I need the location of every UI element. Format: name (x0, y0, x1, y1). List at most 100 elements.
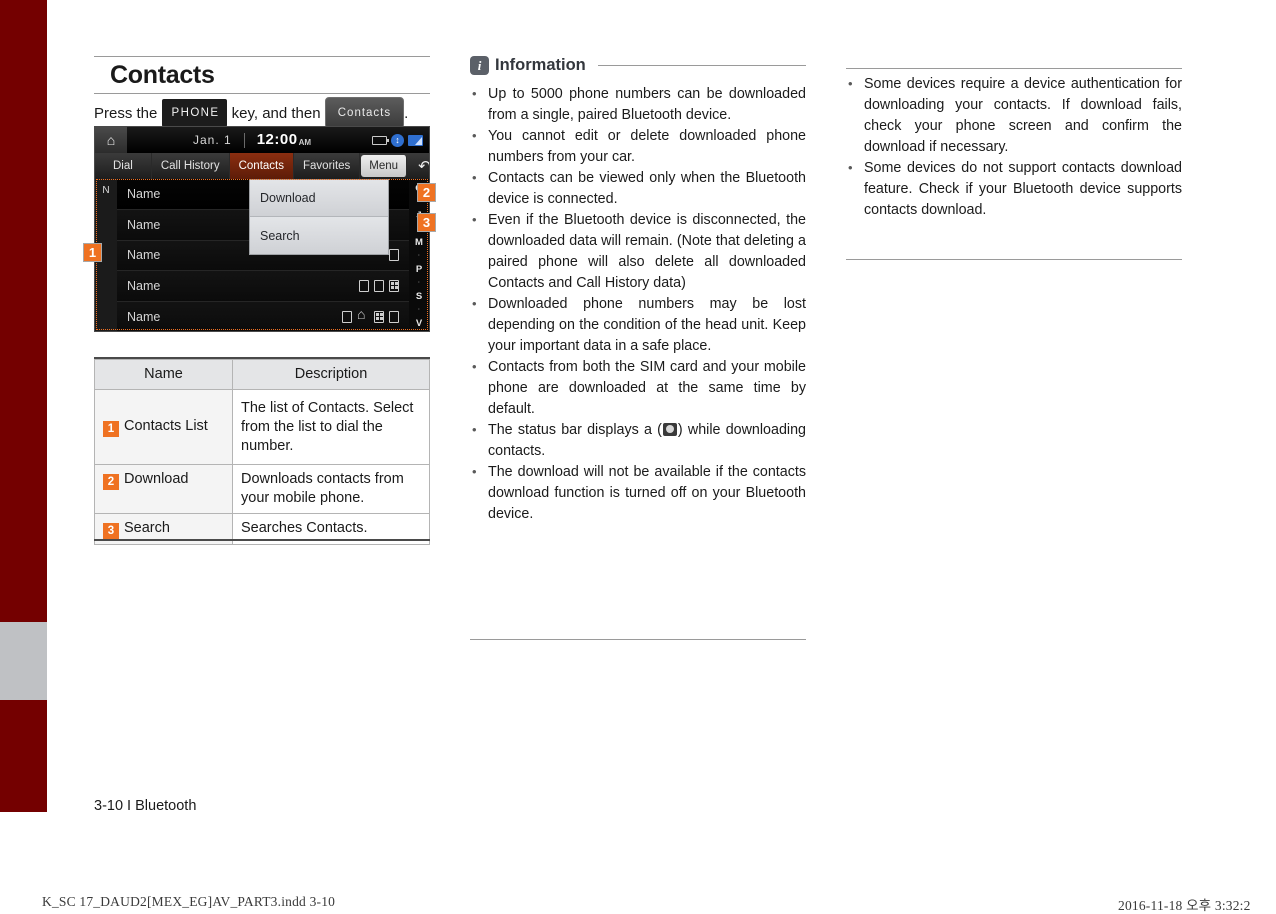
column-header-name: Name (94, 359, 233, 390)
list-item: Even if the Bluetooth device is disconne… (470, 209, 806, 294)
list-item: Some devices require a device authentica… (846, 73, 1182, 158)
home-icon (357, 306, 369, 323)
list-item[interactable]: Name (117, 302, 409, 331)
status-icon-group: ↕ (372, 133, 423, 147)
head-unit-tab-bar: Dial Call History Contacts Favorites Men… (95, 153, 429, 179)
information-bottom-rule-col3 (846, 259, 1182, 260)
tab-contacts[interactable]: Contacts (229, 153, 294, 179)
row-name: Download (124, 471, 189, 487)
phone-key-label: PHONE (161, 99, 228, 127)
status-time: 12:00 (256, 131, 298, 148)
office-icon (389, 280, 399, 293)
information-title: Information (495, 56, 586, 74)
alpha-dot: · (418, 279, 420, 286)
row-badge-2: 2 (103, 474, 119, 490)
sim-card-icon (374, 280, 384, 293)
list-item: Up to 5000 phone numbers can be download… (470, 83, 806, 126)
page-title: Contacts (110, 61, 215, 89)
status-ampm: AM (298, 138, 312, 147)
head-unit-content: N Name Name Name Name Name ⌂ Download Se… (95, 179, 429, 331)
tab-call-history[interactable]: Call History (152, 153, 230, 179)
menu-item-search[interactable]: Search (250, 217, 388, 254)
table-bottom-rule (94, 539, 430, 541)
table-row: 2 Download Downloads contacts from your m… (94, 464, 430, 514)
row-badge-1: 1 (103, 421, 119, 437)
status-clock: 12:00AM (257, 131, 311, 149)
list-item: Downloaded phone numbers may be lost dep… (470, 293, 806, 357)
callout-badge-3: 3 (417, 213, 436, 232)
alpha-index-m[interactable]: M (415, 238, 423, 248)
status-bullet-prefix: The status bar displays a ( (488, 422, 662, 438)
menu-item-download[interactable]: Download (250, 180, 388, 217)
contact-type-icons (389, 249, 399, 262)
contact-name: Name (127, 279, 161, 294)
row-badge-3: 3 (103, 523, 119, 539)
list-item-status-bar: The status bar displays a () while downl… (470, 419, 806, 462)
list-item: The download will not be available if th… (470, 461, 806, 525)
row-name: Search (124, 520, 170, 536)
information-bullet-list-col2: Up to 5000 phone numbers can be download… (470, 83, 806, 525)
table-cell-description: The list of Contacts. Select from the li… (232, 389, 430, 465)
status-divider (243, 132, 245, 148)
column-header-description: Description (232, 359, 430, 390)
print-footer-right: 2016-11-18 오후 3:32:2 (1118, 898, 1251, 913)
sim-card-icon (359, 280, 369, 293)
table-cell-name: 2 Download (94, 464, 233, 514)
office-icon (374, 311, 384, 324)
sim-card-icon (389, 311, 399, 324)
information-bullet-list-col3: Some devices require a device authentica… (846, 73, 1182, 221)
battery-icon (372, 135, 389, 145)
instruction-prefix: Press the (94, 105, 158, 122)
bluetooth-icon: ↕ (391, 133, 404, 147)
alpha-index-s[interactable]: S (416, 292, 422, 302)
information-top-rule-col3 (846, 68, 1182, 69)
tab-favorites[interactable]: Favorites (294, 153, 361, 179)
spine-bar-gray (0, 622, 47, 700)
spine-bar-top (0, 0, 47, 622)
legend-table: Name Description 1 Contacts List The list… (94, 359, 430, 545)
head-unit-status-bar: ⌂ Jan. 1 12:00AM ↕ (95, 127, 429, 153)
title-rule-bottom (94, 93, 430, 94)
contact-type-icons (342, 306, 399, 324)
sim-card-icon (342, 311, 352, 324)
list-item: Contacts can be viewed only when the Blu… (470, 167, 806, 210)
contact-name: Name (127, 310, 161, 325)
row-name: Contacts List (124, 418, 208, 434)
signal-icon (408, 134, 423, 146)
page-title-block: Contacts (94, 56, 430, 94)
information-header: i Information (470, 56, 806, 75)
callout-badge-1: 1 (83, 243, 102, 262)
tab-dial[interactable]: Dial (95, 153, 152, 179)
instruction-suffix: . (404, 105, 409, 122)
list-item: You cannot edit or delete downloaded pho… (470, 125, 806, 168)
table-header-row: Name Description (94, 359, 430, 390)
contacts-list[interactable]: Name Name Name Name Name ⌂ Download Sear… (117, 179, 409, 331)
contacts-key-label: Contacts (324, 97, 405, 129)
instruction-middle: key, and then (231, 105, 321, 122)
context-menu-popup[interactable]: Download Search (249, 179, 389, 255)
print-footer-left: K_SC 17_DAUD2[MEX_EG]AV_PART3.indd 3-10 (42, 894, 336, 909)
back-arrow-icon[interactable]: ↶ (408, 153, 429, 179)
list-item: Contacts from both the SIM card and your… (470, 356, 806, 420)
head-unit-screenshot: ⌂ Jan. 1 12:00AM ↕ Dial Call History Con… (94, 126, 430, 332)
info-icon: i (470, 56, 489, 75)
alpha-dot: · (418, 252, 420, 259)
list-item[interactable]: Name (117, 271, 409, 303)
sim-card-icon (389, 249, 399, 262)
table-cell-description: Downloads contacts from your mobile phon… (232, 464, 430, 514)
tab-menu[interactable]: Menu (361, 155, 408, 177)
alpha-index-p[interactable]: P (416, 265, 422, 275)
information-bottom-rule-col2 (470, 639, 806, 640)
contact-name: Name (127, 248, 161, 263)
home-icon[interactable]: ⌂ (95, 127, 127, 153)
alpha-index-v[interactable]: V (416, 319, 422, 329)
status-date: Jan. 1 (193, 133, 232, 147)
instruction-line: Press the PHONE key, and then Contacts. (94, 97, 439, 129)
table-row: 1 Contacts List The list of Contacts. Sel… (94, 389, 430, 465)
callout-badge-2: 2 (417, 183, 436, 202)
list-item: Some devices do not support contacts dow… (846, 157, 1182, 221)
page-footer: 3-10 I Bluetooth (94, 798, 197, 814)
alpha-dot: · (418, 306, 420, 313)
contact-type-icons (359, 280, 399, 293)
spine-bar-bottom (0, 700, 47, 812)
